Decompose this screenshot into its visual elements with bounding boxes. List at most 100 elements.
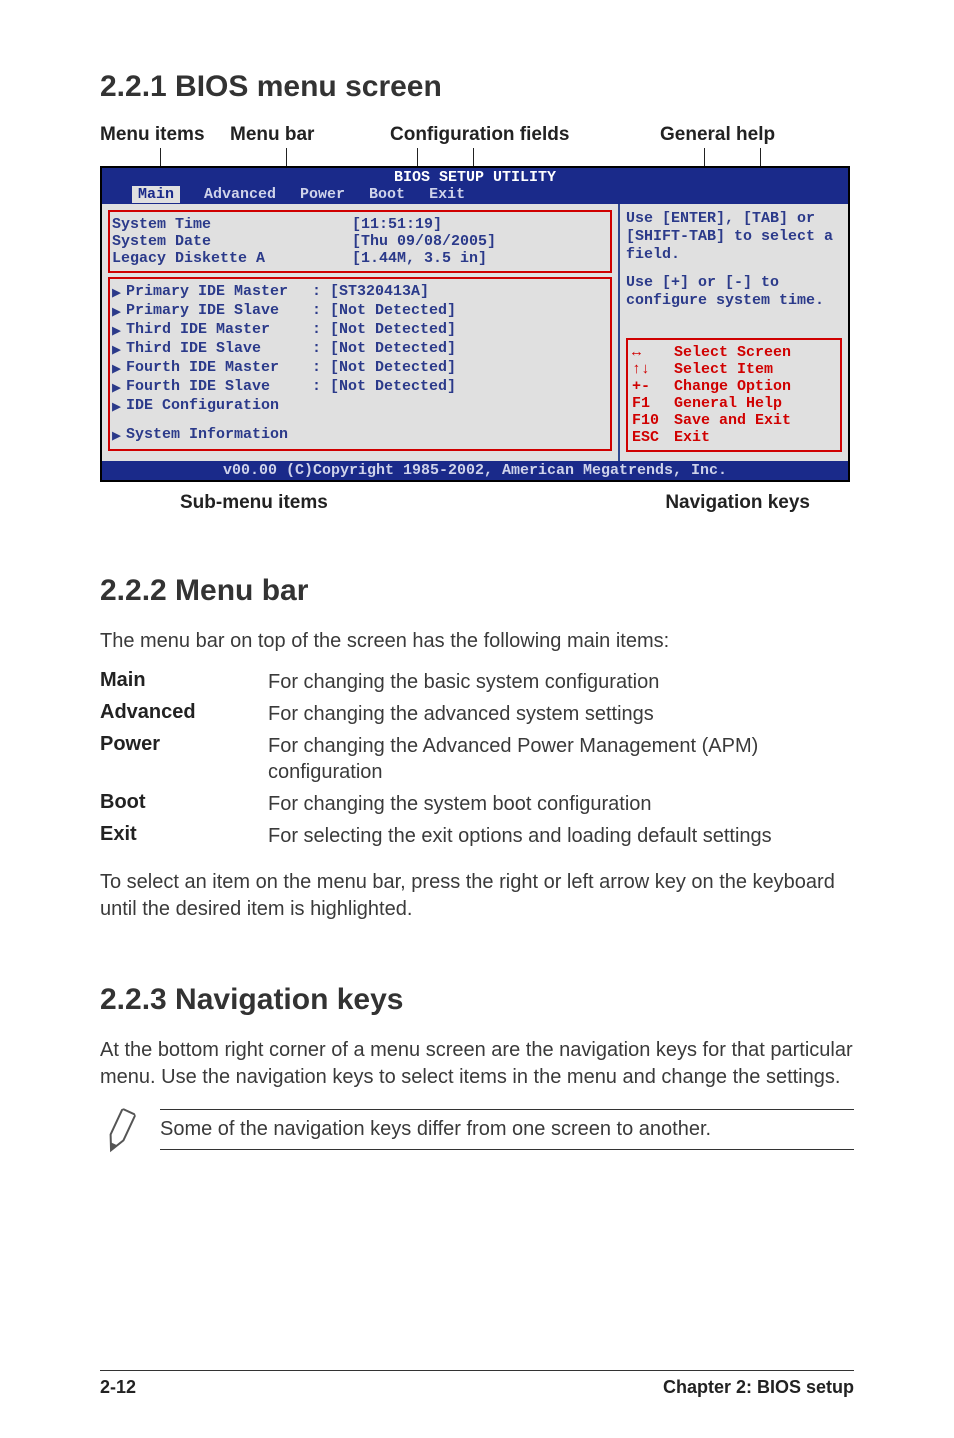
triangle-icon: ▶ <box>112 397 126 416</box>
def-row-exit: ExitFor selecting the exit options and l… <box>100 823 854 849</box>
sub-v-4: : [Not Detected] <box>312 359 456 378</box>
nav-v-2: Change Option <box>674 378 791 395</box>
sub-k-3: Third IDE Slave <box>126 340 312 359</box>
row-legacy[interactable]: Legacy Diskette A [1.44M, 3.5 in] <box>112 250 608 267</box>
sub-k-2: Third IDE Master <box>126 321 312 340</box>
label-navigation-keys: Navigation keys <box>665 492 810 514</box>
sub-k-6: IDE Configuration <box>126 397 312 416</box>
sub-v-5: : [Not Detected] <box>312 378 456 397</box>
sub-ide-2[interactable]: ▶Third IDE Master: [Not Detected] <box>112 321 608 340</box>
nav-k-0: ↔ <box>632 344 674 361</box>
nav-v-5: Exit <box>674 429 710 446</box>
def-row-main: MainFor changing the basic system config… <box>100 669 854 695</box>
bios-footer: v00.00 (C)Copyright 1985-2002, American … <box>102 461 848 480</box>
label-general-help: General help <box>660 124 800 146</box>
section-title-3: 2.2.3 Navigation keys <box>100 983 854 1017</box>
nav-k-4: F10 <box>632 412 674 429</box>
sub-ide-1[interactable]: ▶Primary IDE Slave: [Not Detected] <box>112 302 608 321</box>
k-legacy: Legacy Diskette A <box>112 250 312 267</box>
triangle-icon: ▶ <box>112 283 126 302</box>
nav-k-1: ↑↓ <box>632 361 674 378</box>
nav-row-4: F10Save and Exit <box>632 412 836 429</box>
label-sub-menu-items: Sub-menu items <box>180 492 328 514</box>
sub-k-4: Fourth IDE Master <box>126 359 312 378</box>
nav-v-3: General Help <box>674 395 782 412</box>
chapter-label: Chapter 2: BIOS setup <box>663 1377 854 1398</box>
nav-v-0: Select Screen <box>674 344 791 361</box>
sub-ide-5[interactable]: ▶Fourth IDE Slave: [Not Detected] <box>112 378 608 397</box>
def-row-power: PowerFor changing the Advanced Power Man… <box>100 733 854 785</box>
nav-row-1: ↑↓Select Item <box>632 361 836 378</box>
section-title-1: 2.2.1 BIOS menu screen <box>100 70 854 104</box>
nav-k-3: F1 <box>632 395 674 412</box>
triangle-icon: ▶ <box>112 340 126 359</box>
sub-ide-6[interactable]: ▶IDE Configuration <box>112 397 608 416</box>
sub-v-3: : [Not Detected] <box>312 340 456 359</box>
nav-v-4: Save and Exit <box>674 412 791 429</box>
triangle-icon: ▶ <box>112 359 126 378</box>
desc-advanced: For changing the advanced system setting… <box>268 701 854 727</box>
s2-intro: The menu bar on top of the screen has th… <box>100 628 854 655</box>
tab-exit[interactable]: Exit <box>429 186 465 203</box>
bios-window: BIOS SETUP UTILITY Main Advanced Power B… <box>100 166 850 482</box>
row-system-date[interactable]: System Date [Thu 09/08/2005] <box>112 233 608 250</box>
bios-menubar: BIOS SETUP UTILITY Main Advanced Power B… <box>102 168 848 204</box>
sub-sysinfo[interactable]: ▶System Information <box>112 426 608 445</box>
sub-ide-0[interactable]: ▶Primary IDE Master: [ST320413A] <box>112 283 608 302</box>
help-text-2: Use [+] or [-] to configure system time. <box>626 274 842 310</box>
desc-power: For changing the Advanced Power Manageme… <box>268 733 854 785</box>
triangle-icon: ▶ <box>112 302 126 321</box>
s3-intro: At the bottom right corner of a menu scr… <box>100 1037 854 1091</box>
section-title-2: 2.2.2 Menu bar <box>100 574 854 608</box>
nav-row-0: ↔Select Screen <box>632 344 836 361</box>
def-row-boot: BootFor changing the system boot configu… <box>100 791 854 817</box>
note-text: Some of the navigation keys differ from … <box>160 1109 854 1150</box>
row-system-time[interactable]: System Time [11:51:19] <box>112 216 608 233</box>
v-system-date: [Thu 09/08/2005] <box>312 233 608 250</box>
triangle-icon: ▶ <box>112 321 126 340</box>
nav-keys-box: ↔Select Screen ↑↓Select Item +-Change Op… <box>626 338 842 452</box>
def-row-advanced: AdvancedFor changing the advanced system… <box>100 701 854 727</box>
nav-row-3: F1General Help <box>632 395 836 412</box>
sub-v-0: : [ST320413A] <box>312 283 429 302</box>
tab-power[interactable]: Power <box>300 186 345 203</box>
sub-v-2: : [Not Detected] <box>312 321 456 340</box>
nav-k-2: +- <box>632 378 674 395</box>
tab-advanced[interactable]: Advanced <box>204 186 276 203</box>
pencil-icon <box>94 1105 145 1156</box>
term-power: Power <box>100 733 268 785</box>
desc-main: For changing the basic system configurat… <box>268 669 854 695</box>
k-system-date: System Date <box>112 233 312 250</box>
sub-k-1: Primary IDE Slave <box>126 302 312 321</box>
s2-outro: To select an item on the menu bar, press… <box>100 869 854 923</box>
submenu-box: ▶Primary IDE Master: [ST320413A] ▶Primar… <box>108 277 612 451</box>
sub-ide-3[interactable]: ▶Third IDE Slave: [Not Detected] <box>112 340 608 359</box>
page-footer: 2-12 Chapter 2: BIOS setup <box>100 1370 854 1398</box>
term-advanced: Advanced <box>100 701 268 727</box>
tab-main[interactable]: Main <box>132 186 180 203</box>
sub-k-5: Fourth IDE Slave <box>126 378 312 397</box>
term-main: Main <box>100 669 268 695</box>
triangle-icon: ▶ <box>112 426 126 445</box>
label-menu-items: Menu items <box>100 124 230 146</box>
bios-diagram: Menu items Menu bar Configuration fields… <box>100 124 854 514</box>
label-menu-bar: Menu bar <box>230 124 390 146</box>
k-system-time: System Time <box>112 216 312 233</box>
term-exit: Exit <box>100 823 268 849</box>
v-legacy: [1.44M, 3.5 in] <box>312 250 608 267</box>
bios-title: BIOS SETUP UTILITY <box>102 169 848 186</box>
sub-v-1: : [Not Detected] <box>312 302 456 321</box>
top-fields-box: System Time [11:51:19] System Date [Thu … <box>108 210 612 273</box>
triangle-icon: ▶ <box>112 378 126 397</box>
label-config-fields: Configuration fields <box>390 124 620 146</box>
desc-boot: For changing the system boot configurati… <box>268 791 854 817</box>
nav-v-1: Select Item <box>674 361 773 378</box>
sub-ide-4[interactable]: ▶Fourth IDE Master: [Not Detected] <box>112 359 608 378</box>
nav-k-5: ESC <box>632 429 674 446</box>
nav-row-5: ESCExit <box>632 429 836 446</box>
v-system-time: [11:51:19] <box>312 216 608 233</box>
sub-k-0: Primary IDE Master <box>126 283 312 302</box>
term-boot: Boot <box>100 791 268 817</box>
page-number: 2-12 <box>100 1377 136 1398</box>
tab-boot[interactable]: Boot <box>369 186 405 203</box>
